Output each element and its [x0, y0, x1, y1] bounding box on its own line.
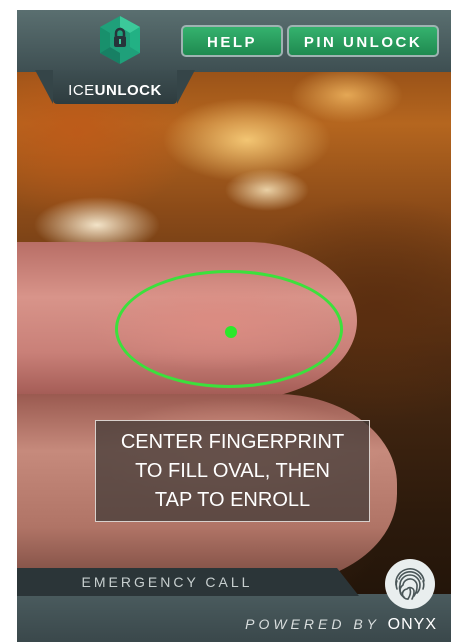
help-button[interactable]: HELP	[181, 25, 283, 57]
fingerprint-button[interactable]	[385, 559, 435, 609]
powered-by-brand: ONYX	[387, 616, 437, 633]
powered-by-footer: POWERED BY ONYX	[245, 616, 437, 634]
powered-by-text: POWERED BY	[245, 616, 380, 632]
instruction-text: CENTER FINGERPRINT TO FILL OVAL, THEN TA…	[120, 430, 345, 511]
brand-name-prefix: ICE	[68, 82, 95, 99]
screen: ICEUNLOCK HELP PIN UNLOCK CENTER FINGERP…	[0, 0, 454, 642]
brand-name: ICEUNLOCK	[53, 82, 177, 100]
phone-screen: ICEUNLOCK HELP PIN UNLOCK CENTER FINGERP…	[17, 10, 451, 642]
fingerprint-icon	[395, 568, 425, 600]
brand-name-suffix: UNLOCK	[94, 82, 162, 99]
ice-unlock-logo-icon	[100, 16, 140, 64]
target-center-dot	[225, 326, 237, 338]
emergency-call-button[interactable]: EMERGENCY CALL	[17, 568, 317, 596]
instruction-box: CENTER FINGERPRINT TO FILL OVAL, THEN TA…	[95, 420, 370, 522]
pin-unlock-button[interactable]: PIN UNLOCK	[287, 25, 439, 57]
